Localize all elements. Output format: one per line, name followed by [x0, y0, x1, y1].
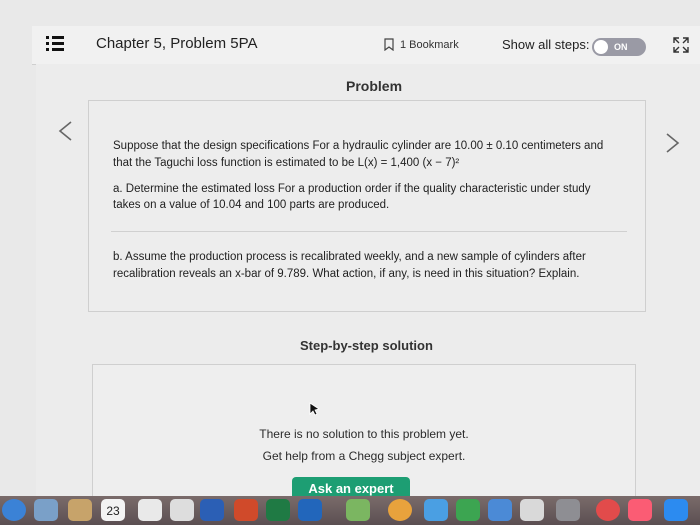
word-icon[interactable] — [200, 499, 224, 521]
notes-icon[interactable] — [68, 499, 92, 521]
maps-icon[interactable] — [346, 499, 370, 521]
toggle-state: ON — [614, 42, 628, 52]
show-steps-toggle[interactable]: ON — [592, 38, 646, 56]
problem-intro-line2: that the Taguchi loss function is estima… — [113, 157, 460, 169]
solution-heading: Step-by-step solution — [300, 338, 433, 353]
no-solution-text: There is no solution to this problem yet… — [259, 427, 469, 441]
preview-icon[interactable] — [34, 499, 58, 521]
expert-help-text: Get help from a Chegg subject expert. — [262, 449, 466, 463]
divider — [111, 231, 627, 232]
top-bar: Chapter 5, Problem 5PA 1 Bookmark Show a… — [32, 26, 700, 65]
show-steps-label: Show all steps: — [502, 37, 590, 52]
bookmark-button[interactable]: 1 Bookmark — [384, 38, 459, 51]
part-b-line1: b. Assume the production process is reca… — [113, 251, 586, 263]
toggle-knob — [594, 40, 608, 54]
powerpoint-icon[interactable] — [234, 499, 258, 521]
next-arrow-icon[interactable] — [664, 132, 682, 154]
problem-intro-line1: Suppose that the design specifications F… — [113, 140, 604, 152]
mouse-cursor-icon — [309, 402, 320, 416]
bookmark-label: 1 Bookmark — [400, 38, 459, 51]
keynote-icon[interactable] — [520, 499, 544, 521]
news-icon[interactable] — [596, 499, 620, 521]
pages-icon[interactable] — [488, 499, 512, 521]
calendar-icon[interactable]: 23 — [101, 499, 125, 521]
part-a-line2: takes on a value of 10.04 and 100 parts … — [113, 199, 390, 211]
appstore-icon[interactable] — [664, 499, 688, 521]
part-b-line2: recalibration reveals an x-bar of 9.789.… — [113, 268, 580, 280]
dock: 23 — [0, 496, 700, 525]
facetime-icon[interactable] — [456, 499, 480, 521]
chapter-title: Chapter 5, Problem 5PA — [96, 35, 258, 52]
part-a-line1: a. Determine the estimated loss For a pr… — [113, 183, 591, 195]
messages-icon[interactable] — [424, 499, 448, 521]
textedit-icon[interactable] — [170, 499, 194, 521]
system-preferences-icon[interactable] — [556, 499, 580, 521]
bookmark-icon — [384, 38, 394, 51]
problem-heading: Problem — [346, 78, 403, 94]
menu-icon[interactable] — [46, 36, 64, 52]
finder-icon[interactable] — [2, 499, 26, 521]
reminders-icon[interactable] — [138, 499, 162, 521]
outlook-icon[interactable] — [298, 499, 322, 521]
photos-icon[interactable] — [388, 499, 412, 521]
excel-icon[interactable] — [266, 499, 290, 521]
problem-box: Suppose that the design specifications F… — [88, 100, 646, 312]
music-icon[interactable] — [628, 499, 652, 521]
previous-arrow-icon[interactable] — [56, 120, 74, 142]
expand-icon[interactable] — [672, 36, 690, 54]
